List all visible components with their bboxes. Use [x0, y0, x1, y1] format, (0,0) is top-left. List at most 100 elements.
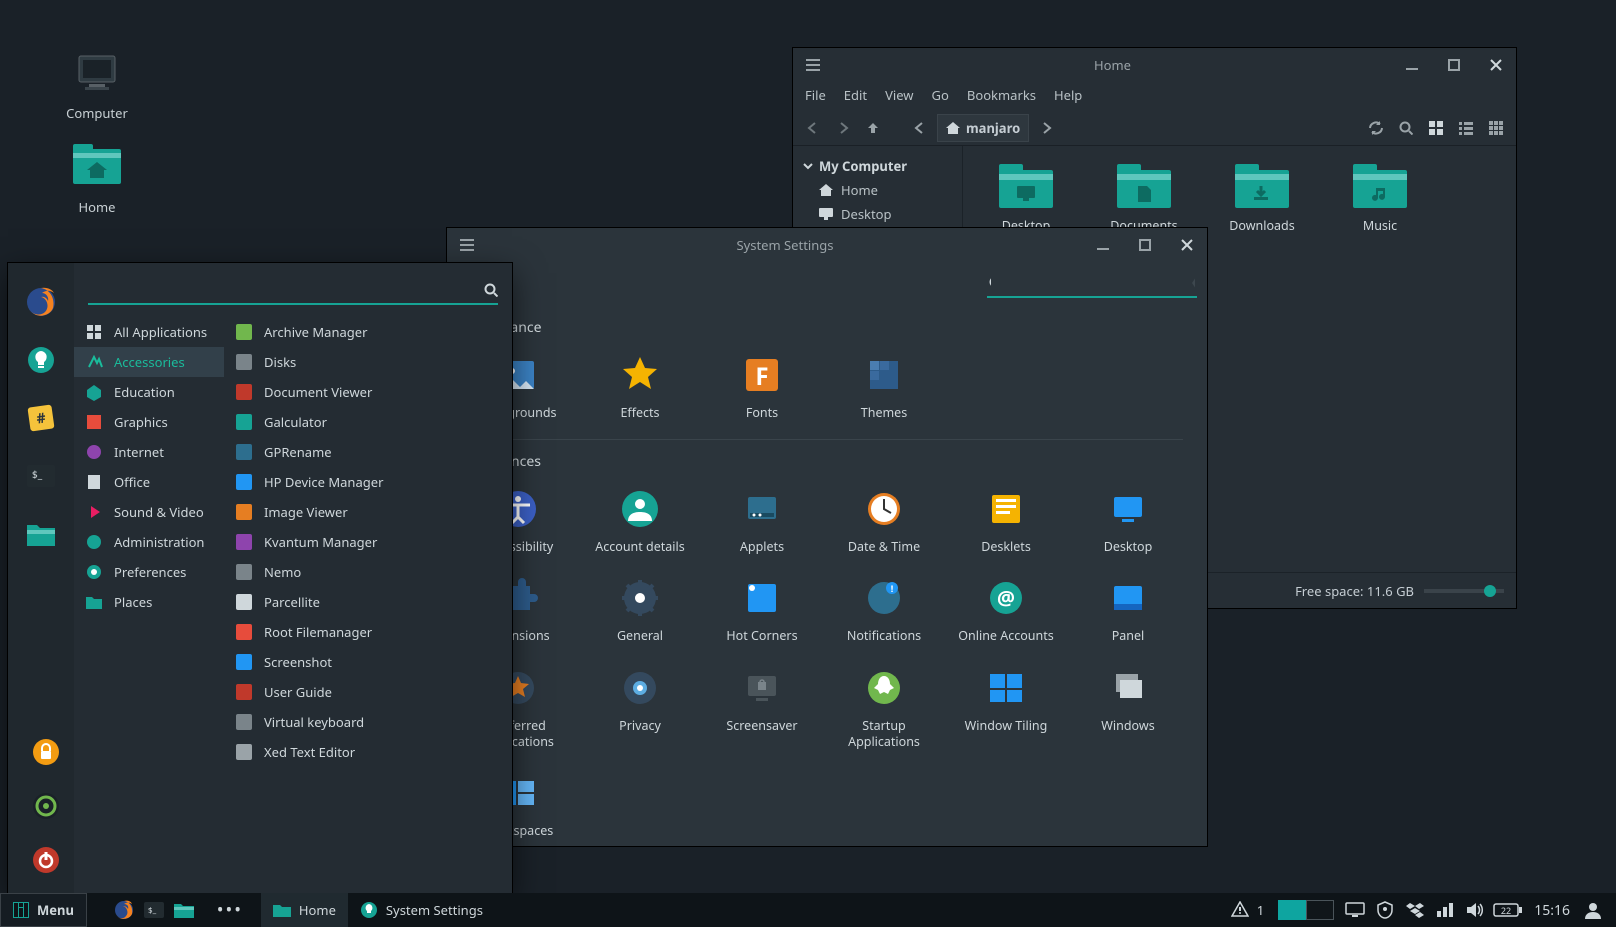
tray-shield[interactable] [1372, 897, 1398, 923]
tray-volume[interactable] [1462, 897, 1488, 923]
settings-hot-corners[interactable]: Hot Corners [701, 568, 823, 658]
tray-user[interactable] [1580, 897, 1606, 923]
settings-date-time[interactable]: Date & Time [823, 479, 945, 569]
app-document-viewer[interactable]: Document Viewer [224, 377, 512, 407]
settings-general[interactable]: General [579, 568, 701, 658]
ss-titlebar[interactable]: System Settings [447, 228, 1207, 262]
tray-dropbox[interactable] [1402, 897, 1428, 923]
category-preferences[interactable]: Preferences [74, 557, 224, 587]
path-next-icon[interactable] [1035, 116, 1059, 140]
settings-applets[interactable]: Applets [701, 479, 823, 569]
refresh-icon[interactable] [1364, 116, 1388, 140]
fm-titlebar[interactable]: Home [793, 48, 1516, 82]
clock[interactable]: 15:16 [1534, 901, 1570, 920]
app-screenshot[interactable]: Screenshot [224, 647, 512, 677]
menu-file[interactable]: File [805, 86, 826, 104]
settings-screensaver[interactable]: Screensaver [701, 658, 823, 763]
category-administration[interactable]: Administration [74, 527, 224, 557]
folder-music[interactable]: Music [1321, 158, 1439, 240]
settings-panel[interactable]: Panel [1067, 568, 1189, 658]
app-parcellite[interactable]: Parcellite [224, 587, 512, 617]
category-graphics[interactable]: Graphics [74, 407, 224, 437]
ss-search-box[interactable] [987, 270, 1197, 298]
close-icon[interactable] [1175, 233, 1199, 257]
settings-themes[interactable]: Themes [823, 345, 945, 435]
app-galculator[interactable]: Galculator [224, 407, 512, 437]
path-prev-icon[interactable] [907, 116, 931, 140]
app-xed-text-editor[interactable]: Xed Text Editor [224, 737, 512, 767]
list-view-icon[interactable] [1454, 116, 1478, 140]
desktop-icon-computer[interactable]: Computer [52, 50, 142, 122]
panel-overflow[interactable]: ••• [215, 893, 245, 927]
app-root-filemanager[interactable]: Root Filemanager [224, 617, 512, 647]
maximize-icon[interactable] [1133, 233, 1157, 257]
settings-account-details[interactable]: Account details [579, 479, 701, 569]
settings-notifications[interactable]: !Notifications [823, 568, 945, 658]
settings-window-tiling[interactable]: Window Tiling [945, 658, 1067, 763]
icon-view-icon[interactable] [1424, 116, 1448, 140]
minimize-icon[interactable] [1091, 233, 1115, 257]
workspace-switcher[interactable] [1278, 900, 1334, 920]
workspace-1[interactable] [1278, 900, 1306, 920]
menu-bookmarks[interactable]: Bookmarks [967, 86, 1036, 104]
category-sound-video[interactable]: Sound & Video [74, 497, 224, 527]
back-icon[interactable] [801, 116, 825, 140]
fav-lightbulb[interactable] [24, 343, 58, 377]
app-virtual-keyboard[interactable]: Virtual keyboard [224, 707, 512, 737]
fav-firefox[interactable] [24, 285, 58, 319]
tray-network[interactable] [1432, 897, 1458, 923]
menu-go[interactable]: Go [932, 86, 949, 104]
settings-startup-applications[interactable]: Startup Applications [823, 658, 945, 763]
compact-view-icon[interactable] [1484, 116, 1508, 140]
maximize-icon[interactable] [1442, 53, 1466, 77]
fav-terminal[interactable]: $_ [24, 459, 58, 493]
settings-desklets[interactable]: Desklets [945, 479, 1067, 569]
fav-files[interactable] [24, 517, 58, 551]
hamburger-icon[interactable] [801, 53, 825, 77]
category-education[interactable]: Education [74, 377, 224, 407]
menu-view[interactable]: View [885, 86, 913, 104]
taskbar-home[interactable]: Home [261, 893, 348, 927]
menu-search-input[interactable] [88, 281, 484, 299]
workspace-2[interactable] [1306, 900, 1334, 920]
tray-battery[interactable]: 22 [1492, 897, 1524, 923]
forward-icon[interactable] [831, 116, 855, 140]
menu-help[interactable]: Help [1054, 86, 1082, 104]
settings-effects[interactable]: Effects [579, 345, 701, 435]
app-user-guide[interactable]: User Guide [224, 677, 512, 707]
settings-fonts[interactable]: FFonts [701, 345, 823, 435]
up-icon[interactable] [861, 116, 885, 140]
menu-search-box[interactable] [88, 277, 498, 305]
category-places[interactable]: Places [74, 587, 224, 617]
ss-search-input[interactable] [999, 274, 1184, 292]
settings-desktop[interactable]: Desktop [1067, 479, 1189, 569]
settings-online-accounts[interactable]: @Online Accounts [945, 568, 1067, 658]
app-disks[interactable]: Disks [224, 347, 512, 377]
tray-updates[interactable] [1227, 897, 1253, 923]
taskbar-settings[interactable]: System Settings [348, 893, 495, 927]
backspace-icon[interactable] [1192, 277, 1195, 289]
app-archive-manager[interactable]: Archive Manager [224, 317, 512, 347]
path-segment[interactable]: manjaro [937, 114, 1029, 142]
category-all-applications[interactable]: All Applications [74, 317, 224, 347]
app-hp-device-manager[interactable]: HP Device Manager [224, 467, 512, 497]
menu-edit[interactable]: Edit [844, 86, 867, 104]
app-image-viewer[interactable]: Image Viewer [224, 497, 512, 527]
category-internet[interactable]: Internet [74, 437, 224, 467]
settings-windows[interactable]: Windows [1067, 658, 1189, 763]
zoom-slider[interactable] [1424, 589, 1504, 593]
app-kvantum-manager[interactable]: Kvantum Manager [224, 527, 512, 557]
logout-button[interactable] [29, 789, 63, 823]
category-accessories[interactable]: Accessories [74, 347, 224, 377]
menu-button[interactable]: Menu [0, 893, 87, 927]
sidebar-header-mycomputer[interactable]: My Computer [797, 154, 958, 178]
panel-files[interactable] [169, 893, 199, 927]
minimize-icon[interactable] [1400, 53, 1424, 77]
search-icon[interactable] [1394, 116, 1418, 140]
settings-privacy[interactable]: Privacy [579, 658, 701, 763]
fav-notes[interactable]: # [24, 401, 58, 435]
tray-display[interactable] [1342, 897, 1368, 923]
lock-button[interactable] [29, 735, 63, 769]
panel-terminal[interactable]: $_ [139, 893, 169, 927]
desktop-icon-home[interactable]: Home [52, 144, 142, 216]
